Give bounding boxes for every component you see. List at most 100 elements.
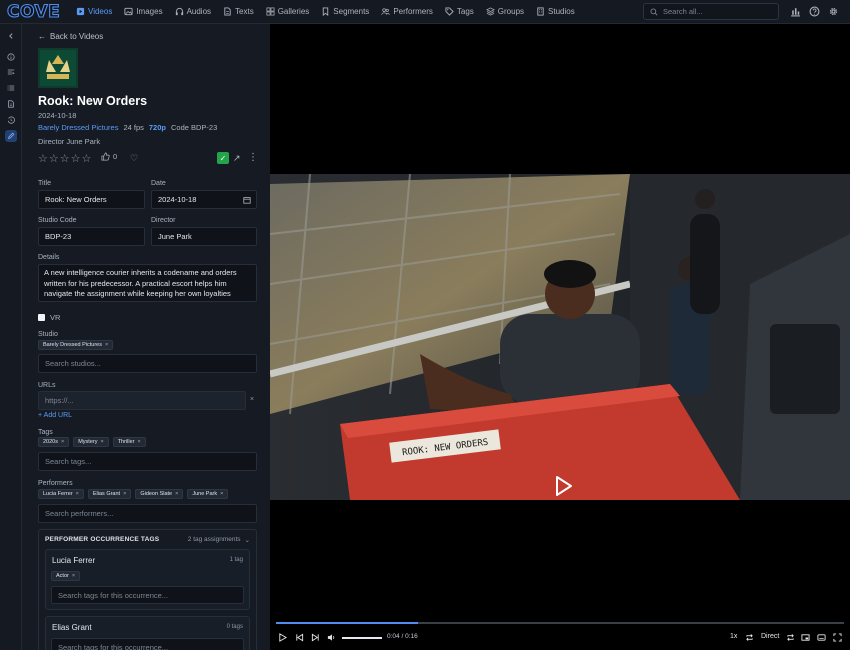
url-input[interactable]: https://... [38, 391, 246, 410]
nav-videos[interactable]: Videos [70, 0, 118, 24]
title-input[interactable]: Rook: New Orders [38, 190, 145, 209]
studio-link[interactable]: Barely Dressed Pictures [38, 123, 118, 132]
performer-chip[interactable]: Gideon Slate × [135, 489, 184, 499]
calendar-icon[interactable] [243, 196, 251, 204]
star-icon[interactable]: ☆ [82, 152, 92, 165]
volume-icon[interactable] [327, 633, 336, 642]
director-input[interactable]: June Park [151, 227, 257, 246]
remove-icon[interactable]: × [220, 491, 223, 497]
users-icon [381, 8, 391, 15]
tag-chip[interactable]: Mystery × [73, 437, 109, 447]
edit-pencil-icon[interactable] [5, 130, 17, 142]
star-icon[interactable]: ☆ [38, 152, 48, 165]
player-controls: 0:04 / 0:16 1x Direct [270, 630, 850, 646]
back-to-videos-link[interactable]: ← Back to Videos [38, 32, 103, 41]
tags-search-input[interactable]: Search tags... [38, 452, 257, 471]
volume-slider[interactable] [342, 637, 382, 639]
video-player[interactable]: ROOK: NEW ORDERS 0:04 / 0:16 1x Direct [270, 24, 850, 650]
performer-chip[interactable]: Elias Grant × [87, 489, 132, 499]
loop-icon[interactable] [745, 633, 754, 642]
seek-bar[interactable] [276, 622, 844, 624]
like-button[interactable]: 0 [101, 152, 117, 161]
file-info-icon[interactable] [5, 98, 17, 110]
studio-chip[interactable]: Barely Dressed Pictures × [38, 340, 114, 350]
remove-url-icon[interactable]: × [250, 396, 254, 403]
chevron-down-icon[interactable]: ⌄ [245, 536, 250, 544]
stats-icon[interactable] [790, 6, 801, 17]
performer-chip[interactable]: Lucia Ferrer × [38, 489, 84, 499]
global-search-input[interactable]: Search all... [643, 3, 779, 20]
page-title: Rook: New Orders [38, 94, 148, 108]
remove-icon[interactable]: × [72, 573, 75, 579]
nav-groups[interactable]: Groups [480, 0, 530, 24]
rating-stars[interactable]: ☆ ☆ ☆ ☆ ☆ [38, 152, 91, 165]
checkbox-icon[interactable] [38, 314, 45, 321]
remove-icon[interactable]: × [138, 439, 141, 445]
collapse-chevron-icon[interactable] [5, 30, 17, 42]
skip-forward-icon[interactable] [311, 633, 320, 642]
arrow-left-icon: ← [38, 32, 46, 41]
film-icon [76, 7, 85, 16]
star-icon[interactable]: ☆ [49, 152, 59, 165]
stream-mode-button[interactable]: Direct [761, 633, 779, 640]
play-icon[interactable] [278, 633, 287, 642]
layers-icon [485, 7, 495, 16]
remove-icon[interactable]: × [123, 491, 126, 497]
heart-icon[interactable]: ♡ [130, 153, 138, 164]
nav-audios[interactable]: Audios [169, 0, 217, 24]
nav-tags[interactable]: Tags [439, 0, 480, 24]
seek-bar-progress [276, 622, 418, 624]
remove-icon[interactable]: × [61, 439, 64, 445]
tag-chip[interactable]: Thriller × [112, 437, 146, 447]
performer-name: Lucia Ferrer [52, 556, 96, 565]
studio-search-input[interactable]: Search studios... [38, 354, 257, 373]
subtitles-icon[interactable] [817, 633, 826, 642]
performers-search-input[interactable]: Search performers... [38, 504, 257, 523]
star-icon[interactable]: ☆ [71, 152, 81, 165]
external-link-icon[interactable]: ↗ [233, 153, 241, 164]
playback-speed-button[interactable]: 1x [730, 633, 737, 640]
nav-texts[interactable]: Texts [217, 0, 260, 24]
title-field-label: Title [38, 180, 51, 187]
add-url-button[interactable]: + Add URL [38, 412, 72, 419]
picture-in-picture-icon[interactable] [801, 633, 810, 642]
remove-icon[interactable]: × [100, 439, 103, 445]
confirm-check-button[interactable]: ✓ [217, 152, 229, 164]
remove-icon[interactable]: × [76, 491, 79, 497]
gear-icon[interactable] [828, 6, 839, 17]
headphones-icon [175, 7, 183, 16]
time-display: 0:04 / 0:16 [387, 633, 418, 640]
nav-galleries[interactable]: Galleries [260, 0, 316, 24]
fullscreen-icon[interactable] [833, 633, 842, 642]
performer-chip[interactable]: June Park × [187, 489, 229, 499]
occurrence-tag-search-input[interactable]: Search tags for this occurrence... [51, 586, 244, 604]
remove-icon[interactable]: × [105, 342, 108, 348]
history-icon[interactable] [5, 114, 17, 126]
remove-icon[interactable]: × [175, 491, 178, 497]
details-textarea[interactable]: A new intelligence courier inherits a co… [38, 264, 257, 302]
help-icon[interactable] [809, 6, 820, 17]
star-icon[interactable]: ☆ [60, 152, 70, 165]
performer-name: Elias Grant [52, 623, 92, 632]
occurrence-tag-search-input[interactable]: Search tags for this occurrence... [51, 638, 244, 650]
nav-segments[interactable]: Segments [315, 0, 375, 24]
app-logo[interactable]: COVE [0, 0, 70, 24]
video-frame[interactable]: ROOK: NEW ORDERS [270, 174, 850, 500]
nav-images[interactable]: Images [118, 0, 168, 24]
tag-chip[interactable]: 2020s × [38, 437, 70, 447]
more-options-icon[interactable]: ⋮ [248, 152, 258, 163]
occurrence-tag-chip[interactable]: Actor × [51, 571, 81, 581]
repeat-icon[interactable] [786, 633, 795, 642]
nav-studios[interactable]: Studios [530, 0, 581, 24]
info-icon[interactable] [5, 51, 17, 63]
assignment-count[interactable]: 2 tag assignments ⌄ [188, 536, 250, 544]
play-overlay-icon[interactable] [550, 474, 574, 498]
top-nav: COVE Videos Images Audios Texts Gallerie… [0, 0, 850, 24]
studio-code-input[interactable]: BDP-23 [38, 227, 145, 246]
queue-icon[interactable] [5, 66, 17, 78]
vr-checkbox[interactable]: VR [38, 313, 60, 322]
nav-performers[interactable]: Performers [375, 0, 439, 24]
skip-back-icon[interactable] [295, 633, 304, 642]
date-input[interactable]: 2024-10-18 [151, 190, 257, 209]
list-icon[interactable] [5, 82, 17, 94]
